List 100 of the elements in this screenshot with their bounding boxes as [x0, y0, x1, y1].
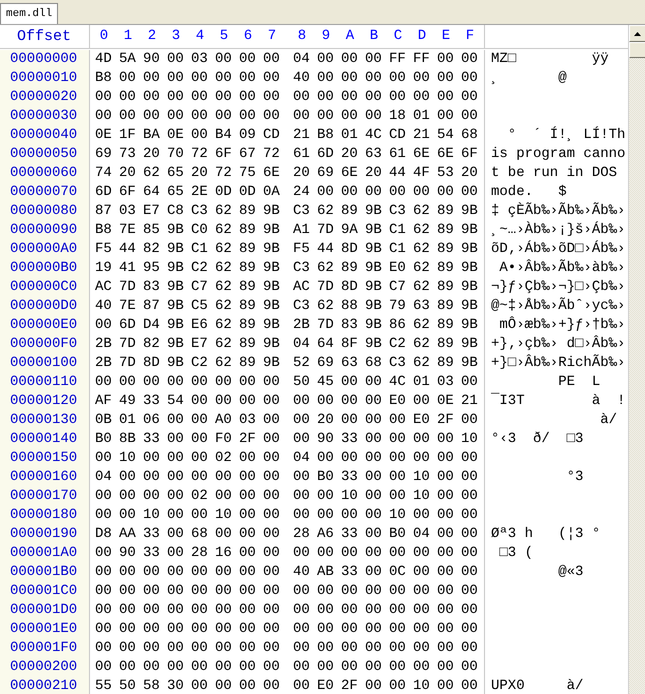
- hex-byte: 00: [191, 639, 209, 658]
- hex-byte: 00: [215, 601, 233, 620]
- offset-label: 000000A0: [10, 241, 78, 257]
- hex-byte: 62: [413, 335, 431, 354]
- hex-byte: C3: [293, 297, 311, 316]
- hex-byte: 9B: [167, 259, 185, 278]
- offset-label: 00000010: [10, 70, 78, 86]
- hex-byte: 2B: [95, 354, 113, 373]
- hex-byte: 00: [263, 544, 281, 563]
- hex-byte: 00: [461, 373, 479, 392]
- hex-byte: 00: [317, 620, 335, 639]
- hex-byte: 33: [143, 430, 161, 449]
- hex-byte: 89: [239, 202, 257, 221]
- hex-byte: 40: [293, 69, 311, 88]
- hex-byte: 9B: [461, 202, 479, 221]
- hex-byte: 00: [239, 506, 257, 525]
- hex-byte: 00: [365, 392, 383, 411]
- hex-byte: 0B: [95, 411, 113, 430]
- hex-byte: 33: [341, 430, 359, 449]
- ascii-text: Øª3 h (¦3 °: [491, 525, 600, 544]
- hex-byte: 00: [341, 582, 359, 601]
- hex-byte: 00: [263, 620, 281, 639]
- hex-byte: 00: [215, 620, 233, 639]
- hex-byte: 8D: [143, 354, 161, 373]
- hex-byte: 62: [317, 202, 335, 221]
- column-header: 4: [194, 27, 206, 46]
- column-header: 8: [296, 27, 308, 46]
- column-header: 1: [122, 27, 134, 46]
- hex-byte: 00: [341, 373, 359, 392]
- hex-byte: 00: [413, 658, 431, 677]
- hex-byte: 00: [341, 411, 359, 430]
- hex-byte: 00: [239, 88, 257, 107]
- offset-label: 00000090: [10, 222, 78, 238]
- hex-byte: 9B: [365, 335, 383, 354]
- offset-label: 000001B0: [10, 564, 78, 580]
- hex-byte: 20: [317, 411, 335, 430]
- hex-byte: 00: [317, 69, 335, 88]
- hex-byte: 00: [215, 487, 233, 506]
- hex-byte: 0E: [437, 392, 455, 411]
- ascii-text: °‹3 ð/ □3: [491, 430, 584, 449]
- hex-byte: 00: [341, 50, 359, 69]
- hex-byte: 00: [461, 449, 479, 468]
- ascii-text: °3: [566, 468, 584, 487]
- hex-byte: AC: [293, 278, 311, 297]
- hex-byte: 41: [119, 259, 137, 278]
- scroll-up-button[interactable]: [629, 25, 645, 42]
- hex-byte: E0: [389, 259, 407, 278]
- hex-byte: 88: [341, 297, 359, 316]
- column-header: A: [344, 27, 356, 46]
- hex-byte: 00: [95, 88, 113, 107]
- hex-byte: 00: [341, 658, 359, 677]
- hex-byte: 83: [143, 278, 161, 297]
- hex-byte: 04: [293, 50, 311, 69]
- hex-byte: C1: [389, 240, 407, 259]
- hex-byte: 20: [461, 164, 479, 183]
- hex-byte: 9B: [461, 221, 479, 240]
- hex-byte: 00: [263, 525, 281, 544]
- hex-byte: 9B: [167, 335, 185, 354]
- hex-byte: 00: [167, 639, 185, 658]
- hex-byte: 00: [365, 601, 383, 620]
- hex-byte: 89: [239, 221, 257, 240]
- hex-byte: 00: [341, 544, 359, 563]
- hex-byte: 5A: [119, 50, 137, 69]
- ascii-text: ¯I3T à !: [491, 392, 626, 411]
- ascii-text: ‡ çÈÃb‰›Ãb‰›Ãb‰›: [491, 202, 626, 221]
- hex-byte: 40: [95, 297, 113, 316]
- hex-byte: 00: [119, 582, 137, 601]
- hex-byte: 00: [191, 601, 209, 620]
- hex-byte: 00: [437, 544, 455, 563]
- scrollbar-thumb[interactable]: [629, 42, 645, 58]
- hex-byte: 00: [437, 525, 455, 544]
- hex-byte: 00: [191, 468, 209, 487]
- hex-byte: 00: [191, 411, 209, 430]
- hex-byte: 9B: [365, 316, 383, 335]
- hex-byte: 87: [143, 297, 161, 316]
- hex-byte: 20: [293, 164, 311, 183]
- hex-byte: 00: [167, 107, 185, 126]
- hex-byte: 00: [215, 373, 233, 392]
- hex-byte: 00: [461, 582, 479, 601]
- hex-byte: C3: [293, 259, 311, 278]
- column-header: 7: [266, 27, 278, 46]
- hex-byte: 4F: [413, 164, 431, 183]
- hex-byte: 00: [413, 392, 431, 411]
- hex-byte: F0: [215, 430, 233, 449]
- hex-byte: A6: [317, 525, 335, 544]
- hex-byte: 00: [461, 525, 479, 544]
- hex-byte: 00: [389, 88, 407, 107]
- hex-byte: 00: [293, 582, 311, 601]
- hex-byte: 24: [293, 183, 311, 202]
- hex-byte: 00: [143, 107, 161, 126]
- hex-byte: 63: [413, 297, 431, 316]
- file-tab[interactable]: mem.dll: [0, 3, 58, 24]
- hex-byte: 00: [191, 373, 209, 392]
- hex-byte: 0D: [215, 183, 233, 202]
- hex-byte: 00: [437, 677, 455, 694]
- hex-byte: 6F: [215, 145, 233, 164]
- ascii-text: ¬}ƒ›Çb‰›¬}□›Çb‰›: [491, 278, 626, 297]
- hex-byte: 00: [365, 373, 383, 392]
- hex-byte: 19: [95, 259, 113, 278]
- offset-label: 00000210: [10, 678, 78, 694]
